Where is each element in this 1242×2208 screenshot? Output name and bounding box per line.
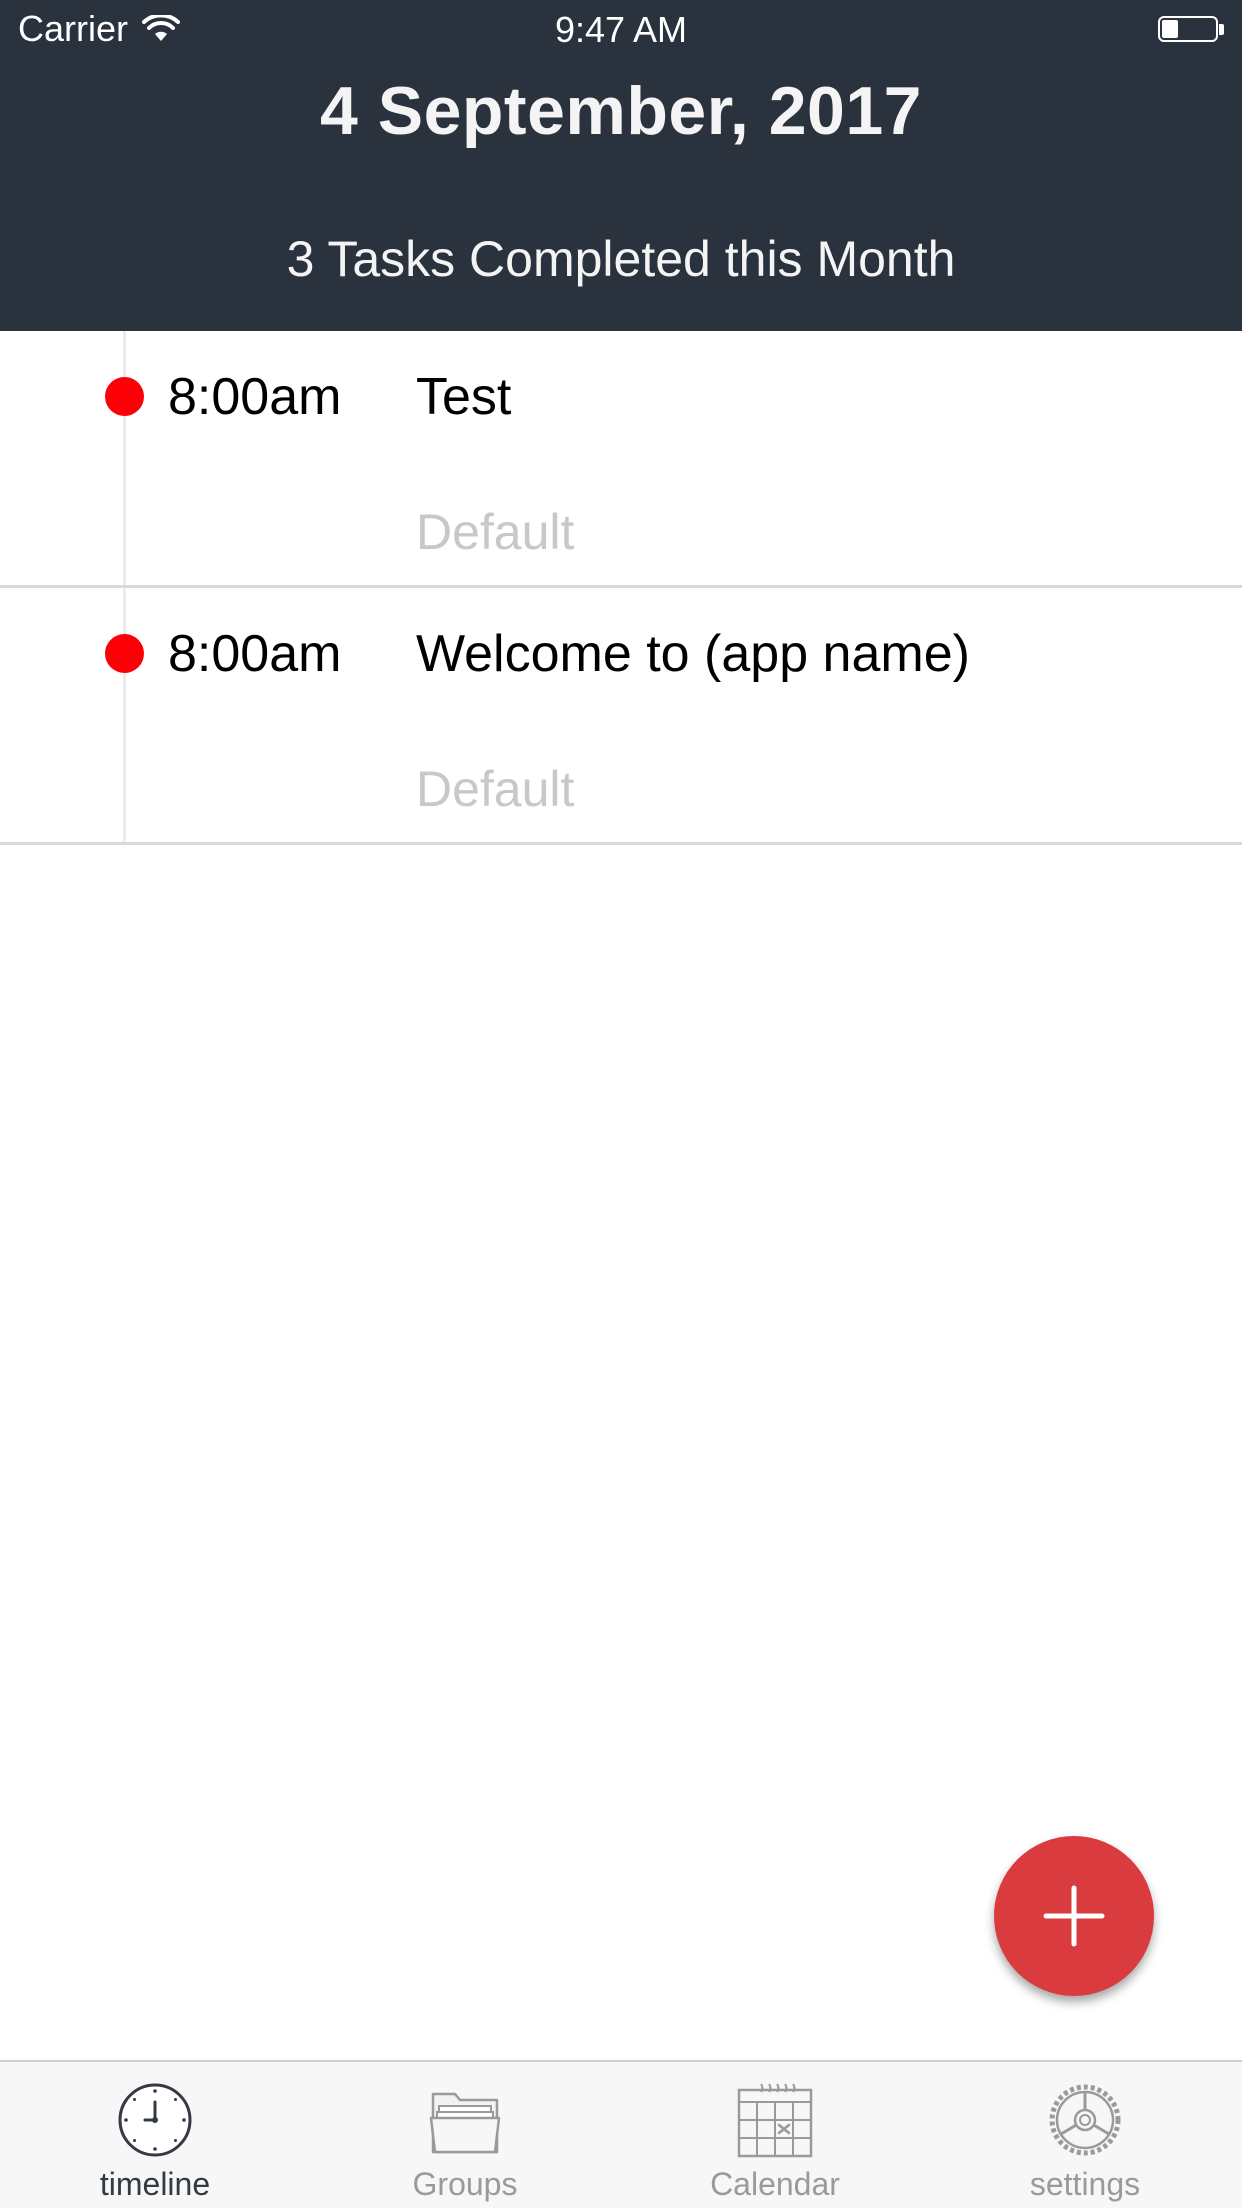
tab-label: Groups: [412, 2166, 518, 2202]
gear-icon: [1049, 2084, 1121, 2156]
folder-icon: [429, 2092, 501, 2154]
tab-label: timeline: [99, 2166, 211, 2202]
calendar-icon: [737, 2083, 813, 2158]
tab-calendar[interactable]: Calendar: [620, 2062, 930, 2208]
page-title: 4 September, 2017: [320, 73, 922, 149]
tab-label: Calendar: [710, 2166, 840, 2202]
task-row[interactable]: 8:00am Welcome to (app name) Default: [0, 588, 1242, 845]
task-status-dot: [105, 377, 144, 416]
task-time: 8:00am: [168, 625, 342, 683]
tasks-completed-summary: 3 Tasks Completed this Month: [286, 231, 956, 287]
tab-groups[interactable]: Groups: [310, 2062, 620, 2208]
tab-label: settings: [1029, 2166, 1141, 2202]
task-group: Default: [416, 504, 575, 560]
status-bar: Carrier 9:47 AM: [0, 0, 1242, 60]
task-title: Welcome to (app name): [416, 625, 970, 683]
task-status-dot: [105, 634, 144, 673]
plus-icon: [1043, 1885, 1105, 1947]
header: Carrier 9:47 AM 4 September, 2017 3 Task…: [0, 0, 1242, 331]
tab-settings[interactable]: settings: [930, 2062, 1240, 2208]
task-group: Default: [416, 761, 575, 817]
battery-icon: [1158, 16, 1224, 44]
task-time: 8:00am: [168, 368, 342, 426]
status-time: 9:47 AM: [554, 9, 688, 50]
task-row[interactable]: 8:00am Test Default: [0, 331, 1242, 588]
tab-timeline[interactable]: timeline: [0, 2062, 310, 2208]
task-title: Test: [416, 368, 512, 426]
clock-icon: [118, 2083, 192, 2157]
tab-bar: timeline Groups Calendar settings: [0, 2060, 1242, 2208]
add-task-button[interactable]: [994, 1836, 1154, 1996]
